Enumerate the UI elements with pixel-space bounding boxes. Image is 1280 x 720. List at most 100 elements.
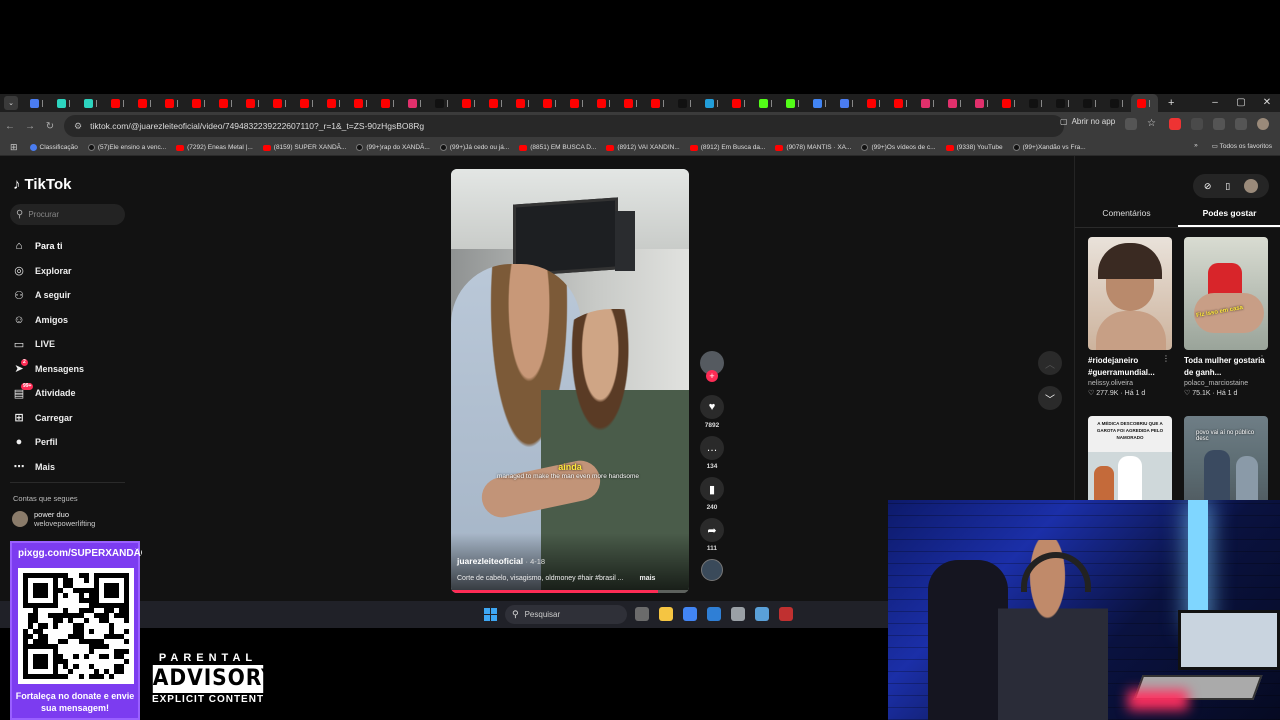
profile-avatar[interactable] (1257, 118, 1269, 130)
video-progress-bar[interactable] (451, 590, 689, 593)
browser-tab[interactable] (294, 94, 321, 112)
bookmark-item[interactable]: (8912) Em Busca da... (689, 144, 765, 151)
taskbar-app-icon[interactable] (683, 607, 697, 621)
bookmark-item[interactable]: (9078) MANTIS · XA... (775, 144, 851, 151)
comment-icon[interactable]: … (700, 436, 724, 460)
tiktok-logo[interactable]: ♪ TikTok (13, 176, 71, 193)
extension-icon[interactable] (1191, 118, 1203, 130)
browser-tab[interactable] (834, 94, 861, 112)
sidebar-item-amigos[interactable]: ☺ Amigos (12, 308, 84, 333)
bookmark-item[interactable]: Classificação (29, 144, 78, 151)
browser-tab[interactable] (780, 94, 807, 112)
tab-you-may-like[interactable]: Podes gostar (1178, 206, 1280, 227)
browser-tab[interactable] (915, 94, 942, 112)
compass-icon[interactable]: ⊘ (1204, 181, 1212, 192)
video-thumbnail[interactable]: Fiz isso em casa (1184, 237, 1268, 350)
more-options-icon[interactable]: ⋮ (1162, 354, 1170, 363)
browser-tab[interactable] (429, 94, 456, 112)
bookmark-item[interactable]: (99+)Xandão vs Fra... (1012, 144, 1086, 151)
taskbar-search[interactable]: ⚲ Pesquisar (505, 605, 627, 624)
browser-tab[interactable] (267, 94, 294, 112)
extensions-puzzle-icon[interactable] (1213, 118, 1225, 130)
maximize-button[interactable]: ▢ (1228, 94, 1254, 112)
browser-tab[interactable] (375, 94, 402, 112)
more-options-icon[interactable]: ⋮ (1258, 354, 1266, 363)
browser-tab[interactable] (753, 94, 780, 112)
taskbar-app-icon[interactable] (659, 607, 673, 621)
following-account[interactable]: power duo welovepowerlifting (12, 510, 95, 528)
video-player[interactable]: ainda managed to make the man even more … (451, 169, 689, 593)
video-author[interactable]: juarezleiteoficial · 4-18 (457, 556, 545, 566)
taskbar-app-icon[interactable] (635, 607, 649, 621)
browser-tab[interactable] (1023, 94, 1050, 112)
windows-start-icon[interactable] (484, 608, 497, 621)
browser-tab[interactable] (1104, 94, 1131, 112)
browser-tab[interactable] (51, 94, 78, 112)
chevron-down-icon[interactable]: ﹀ (1038, 386, 1062, 410)
chevron-right-icon[interactable]: » (1194, 142, 1198, 150)
bookmark-icon[interactable]: ▮ (700, 477, 724, 501)
browser-tab[interactable] (1077, 94, 1104, 112)
site-info-icon[interactable]: ⚙ (74, 121, 82, 132)
browser-tab[interactable] (618, 94, 645, 112)
bookmark-item[interactable]: (8159) SUPER XANDÃ... (262, 144, 346, 151)
sidebar-item-mais[interactable]: ⋯ Mais (12, 455, 84, 480)
video-card[interactable]: Fiz isso em casa ⋮ Toda mulher gostaria … (1184, 237, 1268, 397)
browser-tab[interactable] (807, 94, 834, 112)
split-view-icon[interactable] (1235, 118, 1247, 130)
browser-tab[interactable] (888, 94, 915, 112)
video-thumbnail[interactable] (1088, 237, 1172, 350)
sidebar-item-atividade[interactable]: ▤ 99+ Atividade (12, 381, 84, 406)
sound-disc-icon[interactable] (701, 559, 723, 581)
taskbar-app-icon[interactable] (707, 607, 721, 621)
sidebar-item-carregar[interactable]: ⊞ Carregar (12, 406, 84, 431)
new-tab-button[interactable]: + (1168, 97, 1174, 109)
sidebar-item-live[interactable]: ▭ LIVE (12, 332, 84, 357)
browser-tab[interactable] (861, 94, 888, 112)
browser-tab[interactable] (132, 94, 159, 112)
follow-plus-icon[interactable]: + (706, 370, 718, 382)
sidebar-item-perfil[interactable]: ● Perfil (12, 430, 84, 455)
bookmark-item[interactable]: (8912) VAI XANDIN... (606, 144, 680, 151)
more-link[interactable]: mais (639, 575, 655, 582)
browser-tab[interactable] (483, 94, 510, 112)
apps-grid-icon[interactable]: ⊞ (10, 142, 18, 153)
browser-tab[interactable] (159, 94, 186, 112)
open-in-app-button[interactable]: ▢ Abrir no app (1060, 117, 1115, 126)
bookmark-item[interactable]: (8851) EM BUSCA D... (519, 144, 596, 151)
device-icon[interactable]: ▯ (1225, 181, 1230, 192)
browser-tab[interactable] (942, 94, 969, 112)
browser-tab[interactable] (348, 94, 375, 112)
video-card[interactable]: ⋮ #riodejaneiro #guerramundial... neliss… (1088, 237, 1172, 397)
all-bookmarks-folder[interactable]: ▭ Todos os favoritos (1212, 142, 1272, 150)
browser-tab[interactable] (672, 94, 699, 112)
browser-tab[interactable] (564, 94, 591, 112)
browser-tab[interactable] (726, 94, 753, 112)
minimize-button[interactable]: – (1202, 94, 1228, 112)
sidebar-item-explorar[interactable]: ◎ Explorar (12, 259, 84, 284)
tab-comments[interactable]: Comentários (1075, 206, 1178, 227)
taskbar-app-icon[interactable] (731, 607, 745, 621)
browser-tab[interactable] (402, 94, 429, 112)
bookmark-item[interactable]: (9338) YouTube (945, 144, 1003, 151)
user-avatar[interactable] (1244, 179, 1259, 193)
browser-tab[interactable] (1050, 94, 1077, 112)
browser-tab[interactable] (213, 94, 240, 112)
creator-avatar[interactable]: + (700, 351, 724, 382)
browser-tab[interactable] (699, 94, 726, 112)
sidebar-item-a-seguir[interactable]: ⚇ A seguir (12, 283, 84, 308)
bookmark-item[interactable]: (99+)rap do XANDÃ... (356, 144, 430, 151)
browser-tab[interactable] (78, 94, 105, 112)
browser-tab[interactable] (24, 94, 51, 112)
browser-tab[interactable] (591, 94, 618, 112)
browser-tab[interactable] (240, 94, 267, 112)
omnibox[interactable]: ⚙ tiktok.com/@juarezleiteoficial/video/7… (64, 115, 1064, 137)
taskbar-app-icon[interactable] (779, 607, 793, 621)
browser-tab[interactable] (510, 94, 537, 112)
bookmark-item[interactable]: (99+)Os vídeos de c... (861, 144, 936, 151)
back-button[interactable]: ← (0, 121, 20, 132)
bookmark-star-icon[interactable]: ☆ (1147, 118, 1159, 130)
heart-icon[interactable]: ♥ (700, 395, 724, 419)
browser-tab[interactable] (537, 94, 564, 112)
browser-tab[interactable] (321, 94, 348, 112)
